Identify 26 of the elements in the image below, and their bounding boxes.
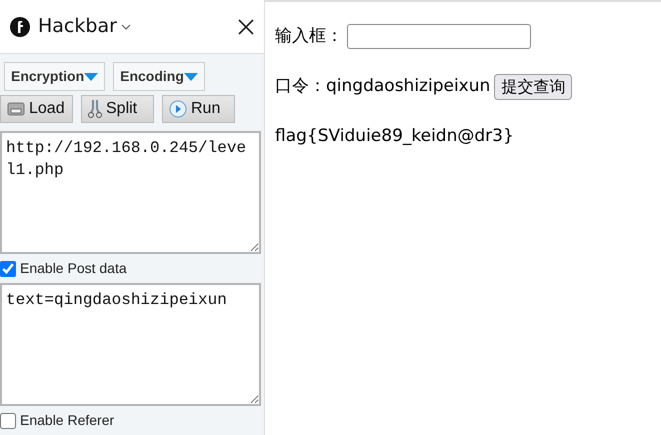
chevron-down-icon[interactable]	[120, 24, 131, 30]
checkbox[interactable]	[0, 412, 16, 428]
text-area[interactable]: text=qingdaoshizipeixun	[0, 283, 261, 406]
close-icon[interactable]	[238, 18, 254, 34]
checkbox[interactable]	[0, 260, 16, 276]
input-field[interactable]	[347, 24, 531, 50]
drive-icon	[7, 101, 25, 117]
dropdown-menu[interactable]: Encoding	[113, 62, 205, 91]
toolbar-button[interactable]: Run	[162, 95, 235, 123]
panel-title: Hackbar	[38, 14, 117, 40]
toolbar-button[interactable]: Load	[0, 95, 73, 123]
password-value: qingdaoshizipeixun	[326, 74, 490, 98]
checkbox-label: Enable Post data	[20, 259, 127, 278]
play-icon	[169, 100, 187, 118]
dropdown-menu[interactable]: Encryption	[4, 62, 106, 91]
password-label: 口令：	[275, 74, 326, 98]
checkbox-label: Enable Referer	[20, 411, 114, 430]
caret-icon	[84, 72, 98, 80]
caret-icon	[184, 72, 198, 80]
submit-button[interactable]: 提交查询	[494, 74, 572, 100]
logo-icon	[10, 16, 30, 36]
input-label: 输入框：	[275, 25, 343, 48]
toolbar-button[interactable]: Split	[81, 95, 154, 123]
flag-text: flag{SViduie89_keidn@dr3}	[275, 124, 515, 148]
text-area[interactable]: http://192.168.0.245/level1.php	[0, 131, 261, 254]
scissors-icon	[88, 99, 102, 119]
